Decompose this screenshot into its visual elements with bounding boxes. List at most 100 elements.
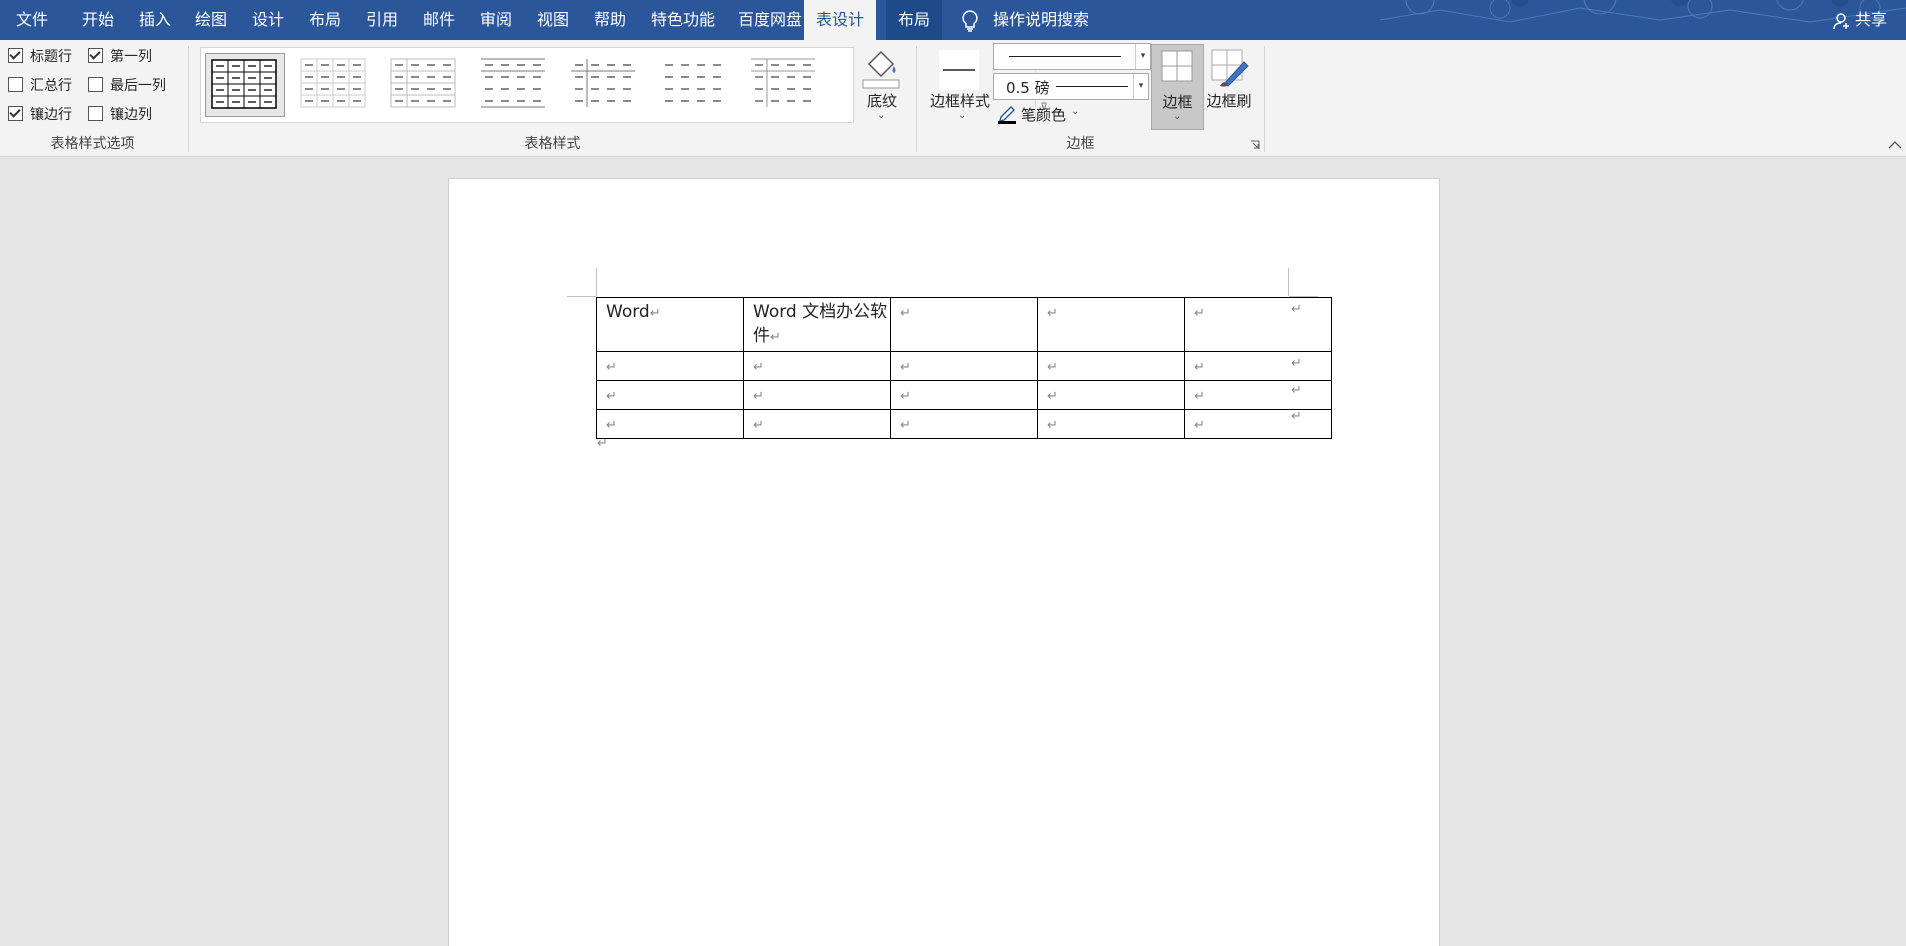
borders-chevron-down-icon[interactable]: ⌄ [1173,111,1181,122]
table-row: ↵ ↵ ↵ ↵ ↵ [596,409,1332,439]
shading-bucket-icon[interactable] [861,46,901,90]
collapse-ribbon-icon[interactable] [1888,140,1902,150]
tab-7[interactable]: 邮件 [423,0,455,40]
cell-text: Word [606,302,650,322]
chevron-down-icon[interactable]: ▾ [1135,44,1150,69]
group-divider [1264,46,1265,152]
shading-chevron-down-icon[interactable]: ⌄ [877,110,885,121]
border-painter-label[interactable]: 边框刷 [1205,90,1253,111]
table-cell[interactable]: ↵ [596,351,744,381]
table-cell[interactable]: ↵ [890,297,1038,352]
pen-color-icon[interactable] [997,104,1017,124]
cell-end-mark: ↵ [1047,389,1058,404]
total-row-checkbox[interactable]: 汇总行 [8,76,72,96]
table-cell[interactable]: ↵ [1184,409,1332,439]
tab-11[interactable]: 特色功能 [651,0,715,40]
checkbox-icon[interactable] [8,48,23,63]
border-styles-label[interactable]: 边框样式 [928,90,992,111]
checkbox-icon[interactable] [8,106,23,121]
cell-end-mark: ↵ [606,418,617,433]
table-cell[interactable]: ↵ [1037,409,1185,439]
tab-14[interactable]: 布局 [886,0,943,40]
border-styles-icon[interactable] [939,50,979,90]
lightbulb-icon[interactable] [961,10,979,32]
cell-end-mark: ↵ [900,418,911,433]
cell-end-mark: ↵ [1047,418,1058,433]
shading-label[interactable]: 底纹 [862,90,902,111]
cell-end-mark: ↵ [1047,360,1058,375]
table-style-plain-4-thumbnail[interactable] [565,53,643,115]
line-style-dropdown[interactable]: ▾ [993,43,1151,70]
tab-8[interactable]: 审阅 [480,0,512,40]
header-row-checkbox[interactable]: 标题行 [8,47,72,67]
table-cell[interactable]: Word 文档办公软件↵ [743,297,891,352]
table-row: ↵ ↵ ↵ ↵ ↵ [596,380,1332,410]
row-end-mark: ↵ [1291,356,1302,371]
table-cell[interactable]: ↵ [596,409,744,439]
last-column-checkbox[interactable]: 最后一列 [88,76,166,96]
table-styles-gallery: ▴ ▾ ⊽ [200,47,1048,123]
borders-label: 边框 [1162,93,1193,111]
checkbox-icon[interactable] [88,106,103,121]
table-cell[interactable]: ↵ [1037,297,1185,352]
tab-0[interactable]: 文件 [16,0,48,40]
tell-me-search[interactable]: 操作说明搜索 [993,0,1089,40]
share-person-icon[interactable] [1833,12,1851,30]
table-cell[interactable]: ↵ [1184,351,1332,381]
document-table[interactable]: Word↵ Word 文档办公软件↵ ↵ ↵ ↵ ↵ ↵ ↵ ↵ ↵ ↵ ↵ ↵… [596,297,1332,439]
table-cell[interactable]: ↵ [743,351,891,381]
table-cell[interactable]: ↵ [596,380,744,410]
banded-rows-checkbox[interactable]: 镶边行 [8,105,72,125]
checkbox-icon[interactable] [88,77,103,92]
borders-button[interactable]: 边框 ⌄ [1151,44,1204,130]
line-weight-value: 0.5 磅 [1006,79,1050,97]
line-weight-preview [1056,86,1128,87]
tab-2[interactable]: 插入 [139,0,171,40]
line-style-preview [1009,56,1121,57]
tab-6[interactable]: 引用 [366,0,398,40]
tab-5[interactable]: 布局 [309,0,341,40]
checkbox-icon[interactable] [8,77,23,92]
tab-1[interactable]: 开始 [82,0,114,40]
tab-12[interactable]: 百度网盘 [738,0,802,40]
pen-color-chevron-down-icon[interactable]: ⌄ [1071,106,1079,117]
table-style-grid-thumbnail[interactable] [205,53,285,117]
table-cell[interactable]: ↵ [1037,351,1185,381]
table-cell[interactable]: ↵ [890,380,1038,410]
pen-color-label[interactable]: 笔颜色 [1021,104,1066,125]
border-styles-chevron-down-icon[interactable]: ⌄ [958,110,966,121]
table-cell[interactable]: ↵ [743,380,891,410]
table-style-plain-3-thumbnail[interactable] [475,53,553,115]
tab-3[interactable]: 绘图 [195,0,227,40]
tab-10[interactable]: 帮助 [594,0,626,40]
table-cell[interactable]: ↵ [890,351,1038,381]
cell-end-mark: ↵ [900,360,911,375]
table-cell[interactable]: ↵ [743,409,891,439]
chevron-down-icon[interactable]: ▾ [1133,74,1148,99]
tab-4[interactable]: 设计 [252,0,284,40]
first-column-checkbox[interactable]: 第一列 [88,47,152,67]
dialog-launcher-icon[interactable] [1250,140,1260,150]
table-styles-group-label: 表格样式 [524,136,581,152]
group-divider [916,46,917,152]
table-cell[interactable]: ↵ [1184,297,1332,352]
table-row: ↵ ↵ ↵ ↵ ↵ [596,351,1332,381]
paragraph-mark: ↵ [597,436,608,451]
ribbon: 标题行 汇总行 镶边行 第一列 最后一列 镶边列 表格样式选项 ⊽ 底纹 ⌄ 表… [0,40,1906,157]
table-cell[interactable]: ↵ [1184,380,1332,410]
table-cell[interactable]: Word↵ [596,297,744,352]
table-style-plain-6-thumbnail[interactable] [745,53,823,115]
table-cell[interactable]: ↵ [890,409,1038,439]
table-style-plain-5-thumbnail[interactable] [655,53,733,115]
tab-9[interactable]: 视图 [537,0,569,40]
table-cell[interactable]: ↵ [1037,380,1185,410]
table-style-plain-2-thumbnail[interactable] [385,53,463,115]
cell-end-mark: ↵ [1194,418,1205,433]
tab-13[interactable]: 表设计 [804,0,877,40]
share-button[interactable]: 共享 [1855,0,1887,40]
line-weight-dropdown[interactable]: 0.5 磅 ▾ [993,73,1149,100]
border-painter-icon[interactable] [1210,48,1250,88]
table-style-plain-1-thumbnail[interactable] [295,53,373,115]
banded-columns-checkbox[interactable]: 镶边列 [88,105,152,125]
checkbox-icon[interactable] [88,48,103,63]
